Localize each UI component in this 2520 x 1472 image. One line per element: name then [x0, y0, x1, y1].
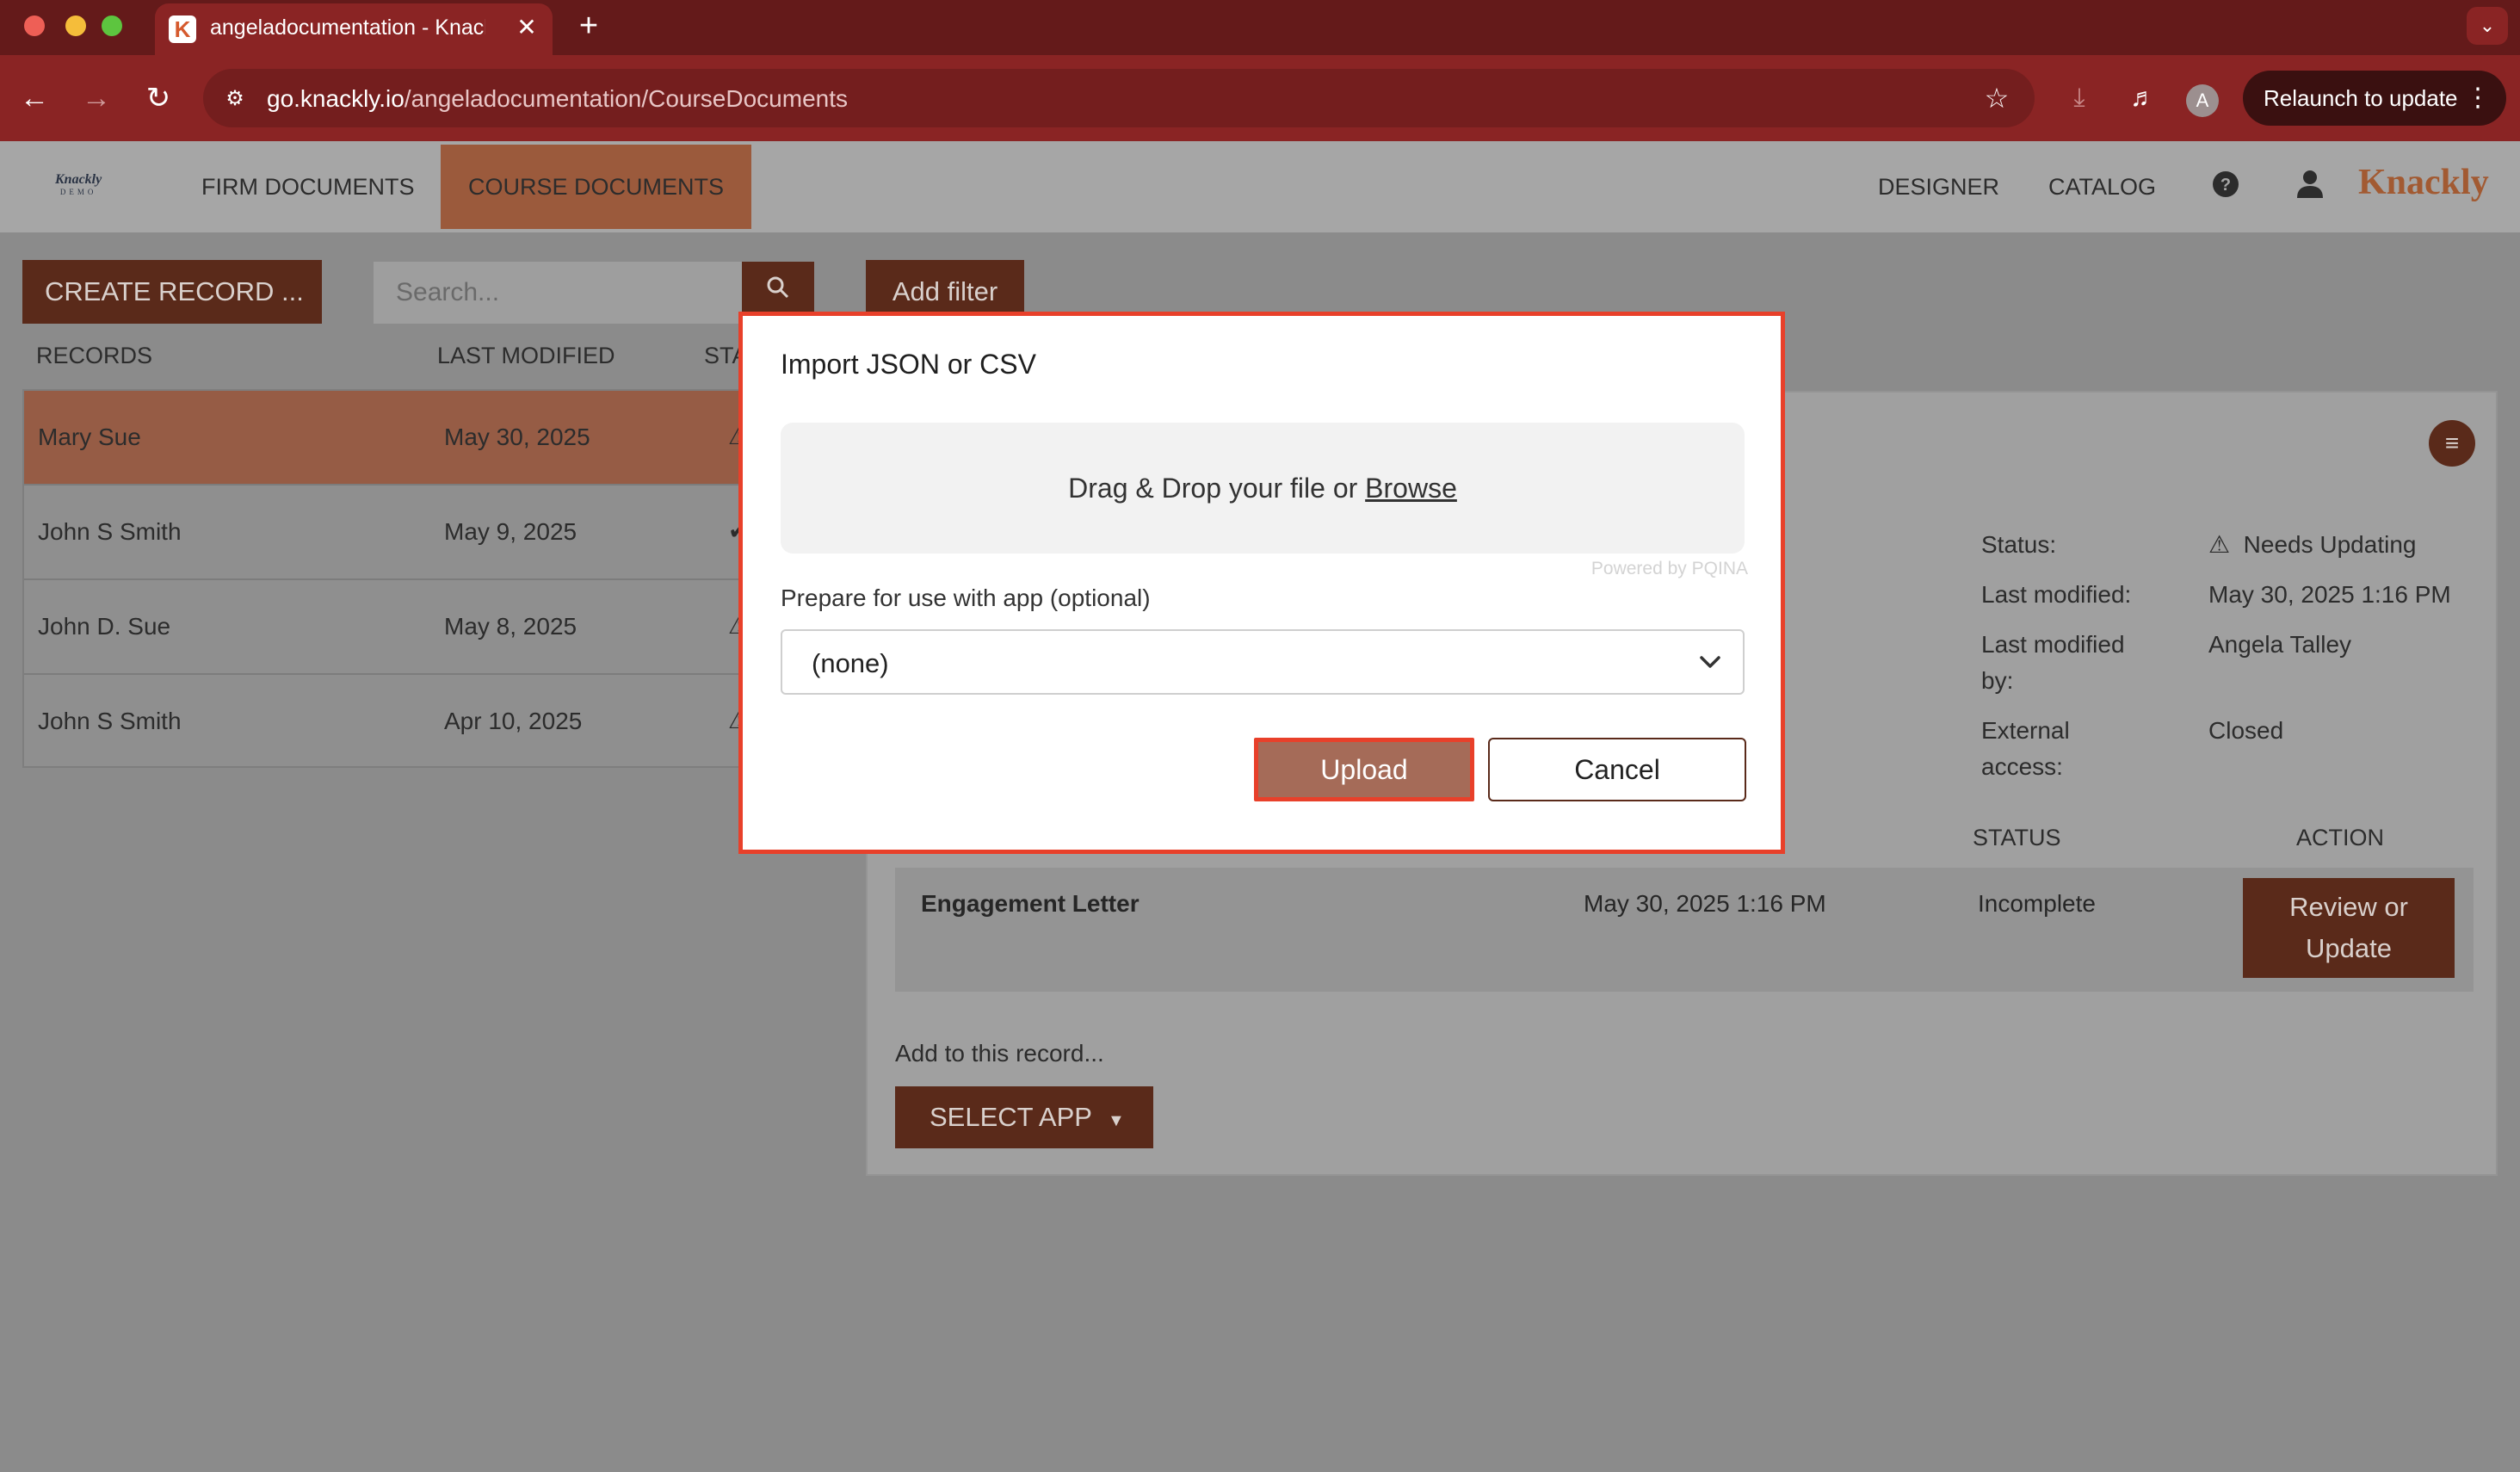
chevron-down-icon: [1700, 656, 1720, 668]
app-select-value: (none): [812, 648, 889, 678]
site-settings-icon[interactable]: ⚙: [220, 84, 250, 114]
select-app-button[interactable]: SELECT APP ▼: [895, 1086, 1153, 1148]
address-bar[interactable]: ⚙ go.knackly.io/angeladocumentation/Cour…: [203, 69, 2035, 127]
records-header[interactable]: RECORDS: [36, 343, 152, 369]
last-modified-by-value: Angela Talley: [2208, 631, 2352, 658]
external-access-label: External access:: [1981, 717, 2070, 780]
help-icon[interactable]: ?: [2208, 169, 2243, 203]
search-input[interactable]: Search...: [374, 262, 744, 324]
powered-by-text: Powered by PQINA: [1590, 559, 1748, 578]
app-select[interactable]: (none): [781, 629, 1745, 695]
dropzone-text: Drag & Drop your file or: [1068, 473, 1366, 504]
document-name[interactable]: Engagement Letter: [921, 890, 1140, 918]
external-access-value: Closed: [2208, 717, 2284, 744]
browser-toolbar: ← → ↻ ⚙ go.knackly.io/angeladocumentatio…: [0, 55, 2520, 141]
download-icon[interactable]: ⤓: [2059, 77, 2100, 119]
nav-designer[interactable]: DESIGNER: [1878, 141, 1999, 232]
nav-course-documents[interactable]: COURSE DOCUMENTS: [441, 145, 752, 229]
create-record-button[interactable]: CREATE RECORD ...: [22, 260, 322, 324]
status-label: Status:: [1981, 531, 2057, 558]
review-or-update-button[interactable]: Review or Update: [2243, 878, 2455, 978]
new-tab-icon[interactable]: +: [571, 9, 606, 43]
maximize-window-button[interactable]: [102, 15, 122, 36]
more-menu-icon[interactable]: ⋮: [2465, 71, 2491, 126]
table-row[interactable]: Mary Sue May 30, 2025 ⚠: [24, 391, 750, 486]
prepare-app-label: Prepare for use with app (optional): [781, 584, 1151, 611]
knackly-favicon-icon: K: [169, 15, 196, 43]
profile-avatar[interactable]: A: [2186, 84, 2219, 117]
document-status: Incomplete: [1978, 890, 2096, 917]
minimize-window-button[interactable]: [65, 15, 86, 36]
browser-titlebar: K angeladocumentation - Knackly ✕ + ⌄: [0, 0, 2520, 55]
url-text[interactable]: go.knackly.io/angeladocumentation/Course…: [267, 85, 848, 113]
add-to-record-label: Add to this record...: [895, 1040, 1104, 1067]
table-row[interactable]: John D. Sue May 8, 2025 ⚠: [24, 580, 750, 675]
forward-icon[interactable]: →: [76, 77, 117, 119]
dialog-title: Import JSON or CSV: [781, 349, 1036, 380]
browse-link[interactable]: Browse: [1365, 473, 1457, 504]
status-value: ⚠ Needs Updating: [2208, 531, 2417, 558]
media-controls-icon[interactable]: ♬: [2122, 77, 2164, 119]
last-modified-header[interactable]: LAST MODIFIED: [437, 343, 615, 369]
table-row[interactable]: John S Smith Apr 10, 2025 ⚠: [24, 675, 750, 770]
cancel-button[interactable]: Cancel: [1488, 738, 1746, 801]
relaunch-button[interactable]: Relaunch to update ⋮: [2243, 71, 2506, 126]
document-date: May 30, 2025 1:16 PM: [1584, 890, 1826, 917]
back-icon[interactable]: ←: [14, 77, 55, 119]
search-icon: [767, 276, 789, 299]
warning-icon: ⚠: [2208, 531, 2231, 558]
knackly-logo: Knackly: [2358, 163, 2489, 202]
last-modified-value: May 30, 2025 1:16 PM: [2208, 581, 2451, 608]
tab-title: angeladocumentation - Knackly: [210, 15, 485, 40]
hamburger-menu-icon[interactable]: ≡: [2429, 420, 2475, 467]
app-navbar: Knackly DEMO FIRM DOCUMENTS COURSE DOCUM…: [0, 141, 2520, 232]
import-dialog: Import JSON or CSV Drag & Drop your file…: [738, 312, 1785, 854]
nav-catalog[interactable]: CATALOG: [2048, 141, 2156, 232]
caret-down-icon: ▼: [1108, 1111, 1125, 1130]
browser-tab[interactable]: K angeladocumentation - Knackly ✕: [155, 3, 553, 55]
svg-text:?: ?: [2220, 176, 2231, 195]
nav-firm-documents[interactable]: FIRM DOCUMENTS: [201, 141, 414, 232]
file-dropzone[interactable]: Drag & Drop your file or Browse: [781, 423, 1745, 554]
upload-button[interactable]: Upload: [1254, 738, 1474, 801]
document-row: Engagement Letter May 30, 2025 1:16 PM I…: [895, 868, 2474, 992]
last-modified-by-label: Last modified by:: [1981, 631, 2125, 694]
firm-logo[interactable]: Knackly DEMO: [55, 172, 102, 196]
close-tab-icon[interactable]: ✕: [513, 12, 540, 43]
close-window-button[interactable]: [24, 15, 45, 36]
tab-search-icon[interactable]: ⌄: [2467, 7, 2508, 45]
action-column-header: ACTION: [2296, 825, 2385, 850]
last-modified-label: Last modified:: [1981, 581, 2132, 608]
user-icon[interactable]: [2293, 169, 2327, 203]
records-list: Mary Sue May 30, 2025 ⚠ John S Smith May…: [22, 389, 750, 770]
reload-icon[interactable]: ↻: [138, 77, 179, 119]
status-column-header: STATUS: [1973, 825, 2061, 850]
bookmark-star-icon[interactable]: ☆: [1980, 81, 2014, 115]
table-row[interactable]: John S Smith May 9, 2025 ✔: [24, 486, 748, 580]
